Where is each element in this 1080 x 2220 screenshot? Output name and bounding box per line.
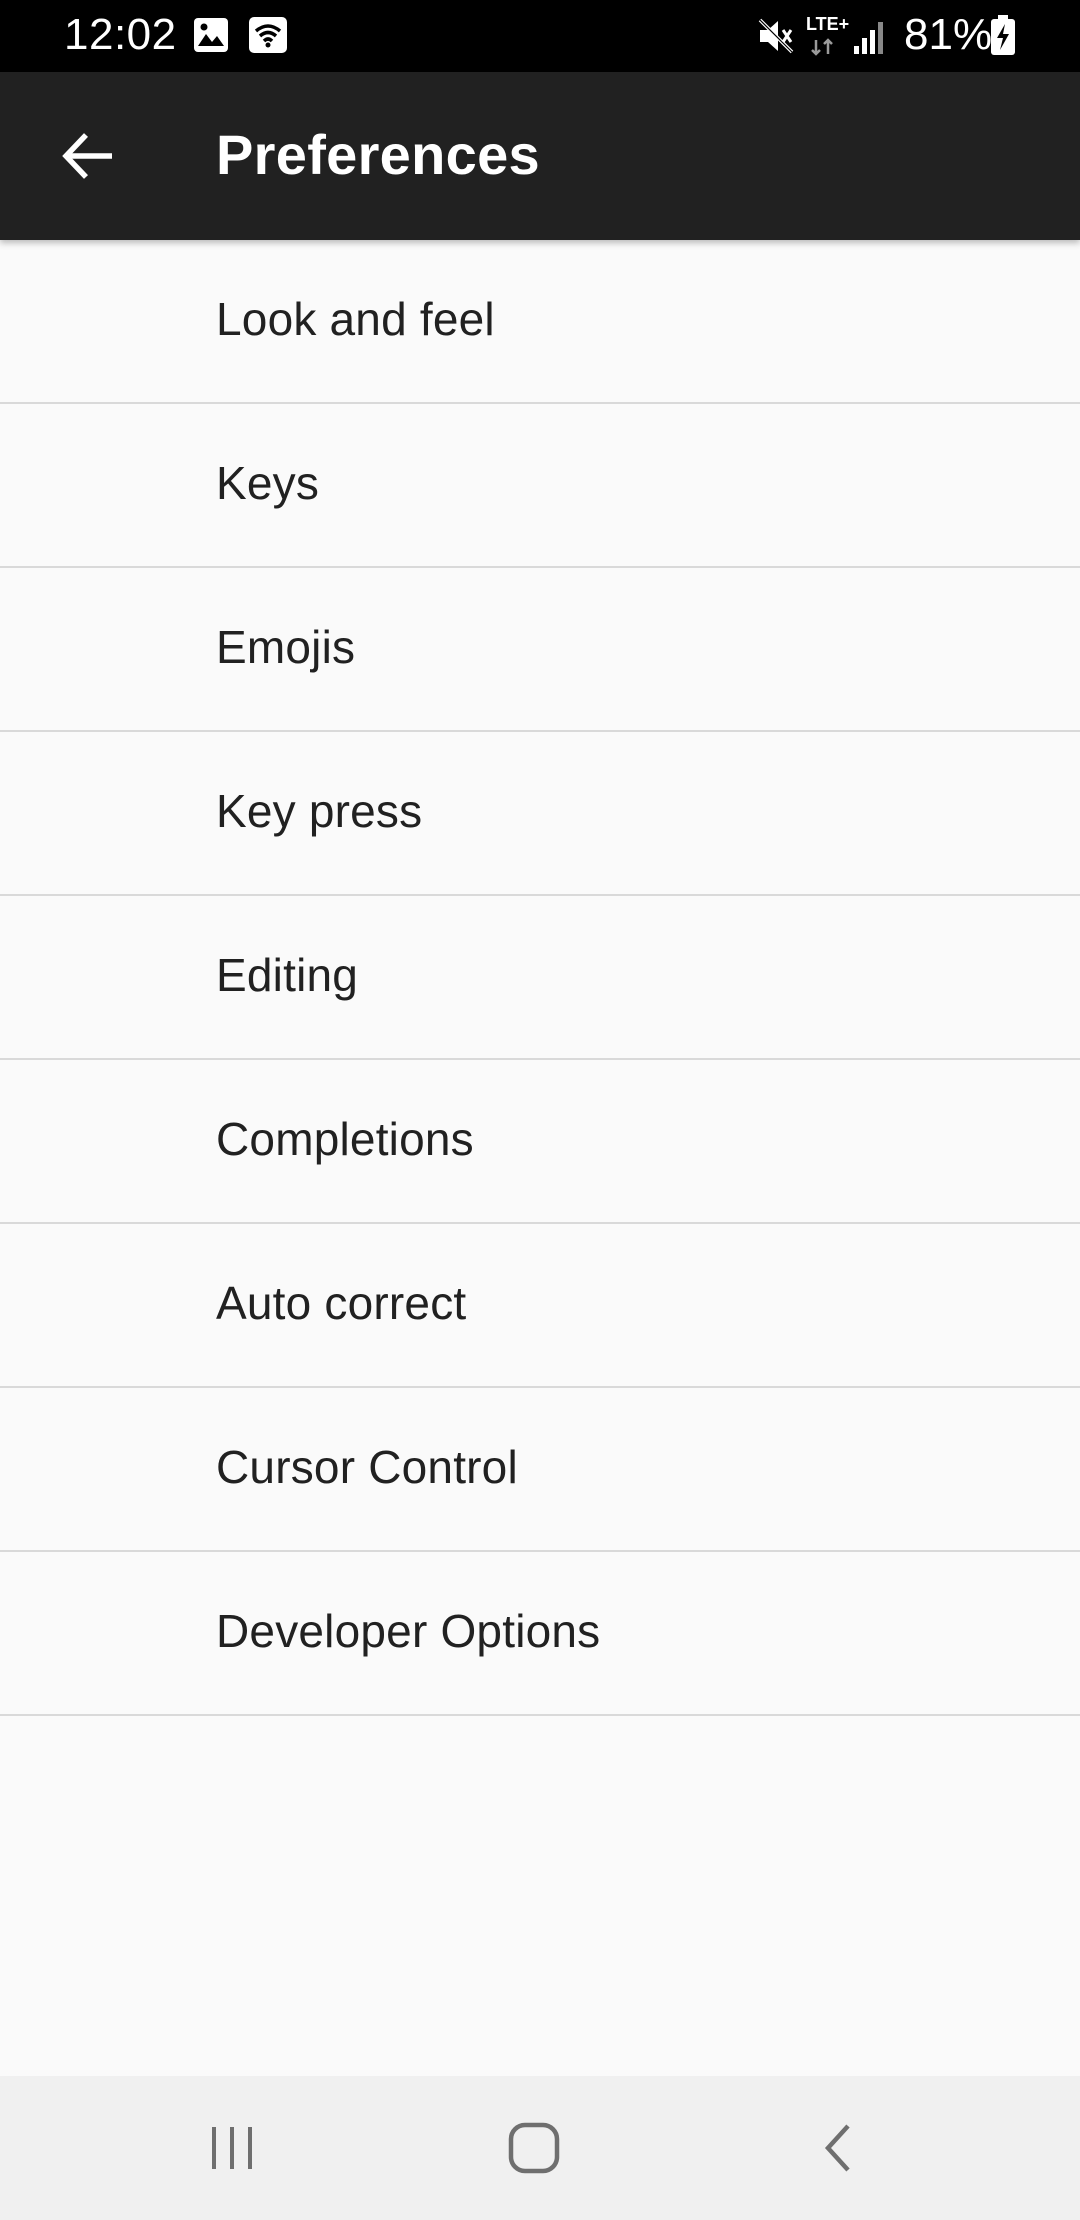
screen: 12:02 LTE+ 81% Preferences Look and feel… xyxy=(0,0,1080,2220)
pref-item-label: Developer Options xyxy=(216,1605,601,1657)
pref-item-look-and-feel[interactable]: Look and feel xyxy=(0,240,1080,404)
mute-icon xyxy=(756,16,796,61)
pref-item-label: Keys xyxy=(216,457,320,509)
pref-item-keys[interactable]: Keys xyxy=(0,404,1080,568)
back-button[interactable] xyxy=(40,108,136,204)
signal-icon xyxy=(852,16,890,61)
app-bar: Preferences xyxy=(0,72,1080,240)
status-bar: 12:02 LTE+ 81% xyxy=(0,0,1080,72)
pref-item-label: Emojis xyxy=(216,621,356,673)
pref-item-cursor-control[interactable]: Cursor Control xyxy=(0,1388,1080,1552)
pref-item-developer-options[interactable]: Developer Options xyxy=(0,1552,1080,1716)
preferences-list: Look and feel Keys Emojis Key press Edit… xyxy=(0,240,1080,1716)
pref-item-label: Look and feel xyxy=(216,293,495,345)
pref-item-label: Cursor Control xyxy=(216,1441,518,1493)
arrow-left-icon xyxy=(62,133,112,179)
home-icon xyxy=(508,2122,560,2174)
data-arrows-icon xyxy=(808,38,838,61)
recent-apps-icon xyxy=(212,2127,252,2169)
page-title: Preferences xyxy=(216,123,540,186)
navigation-bar xyxy=(0,2076,1080,2220)
recent-apps-button[interactable] xyxy=(172,2098,292,2198)
pref-item-auto-correct[interactable]: Auto correct xyxy=(0,1224,1080,1388)
pref-item-emojis[interactable]: Emojis xyxy=(0,568,1080,732)
battery-percent: 81% xyxy=(904,10,993,59)
battery-charging-icon xyxy=(990,14,1016,61)
network-type-label: LTE+ xyxy=(806,14,850,34)
system-back-button[interactable] xyxy=(778,2098,898,2198)
pref-item-label: Key press xyxy=(216,785,423,837)
pref-item-label: Completions xyxy=(216,1113,474,1165)
pref-item-label: Auto correct xyxy=(216,1277,467,1329)
image-icon xyxy=(192,16,230,59)
wifi-icon xyxy=(248,16,288,59)
home-button[interactable] xyxy=(474,2098,594,2198)
status-time: 12:02 xyxy=(64,10,177,59)
pref-item-label: Editing xyxy=(216,949,359,1001)
pref-item-editing[interactable]: Editing xyxy=(0,896,1080,1060)
pref-item-key-press[interactable]: Key press xyxy=(0,732,1080,896)
pref-item-completions[interactable]: Completions xyxy=(0,1060,1080,1224)
back-icon xyxy=(824,2124,850,2172)
